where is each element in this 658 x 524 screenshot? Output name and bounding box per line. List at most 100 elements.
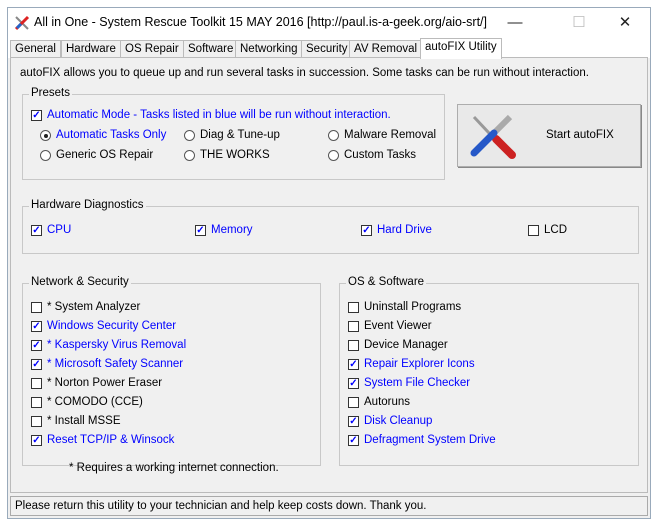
tab-general[interactable]: General: [10, 40, 61, 58]
network-item-checkbox[interactable]: * Install MSSE: [31, 415, 121, 427]
intro-text: autoFIX allows you to queue up and run s…: [20, 67, 589, 79]
os-item-checkbox[interactable]: Autoruns: [348, 396, 410, 408]
title-bar: All in One - System Rescue Toolkit 15 MA…: [8, 8, 650, 38]
tab-hardware[interactable]: Hardware: [61, 40, 121, 58]
preset-custom-tasks[interactable]: Custom Tasks: [328, 149, 416, 161]
checkbox-label: Hard Drive: [377, 224, 432, 236]
checkbox-box: [31, 377, 42, 389]
radio-label: Generic OS Repair: [56, 149, 154, 161]
checkbox-label: * Install MSSE: [47, 415, 121, 427]
hw-memory-checkbox[interactable]: ✓ Memory: [195, 224, 253, 236]
preset-diag-tune-up[interactable]: Diag & Tune-up: [184, 129, 280, 141]
preset-generic-os-repair[interactable]: Generic OS Repair: [40, 149, 153, 161]
minimize-button[interactable]: —: [492, 8, 538, 38]
close-button[interactable]: ✕: [602, 8, 648, 38]
checkbox-box: [348, 320, 359, 332]
network-security-group: Network & Security * System Analyzer ✓ Win…: [22, 276, 321, 466]
network-security-label: Network & Security: [29, 276, 131, 288]
os-software-group: OS & Software Uninstall Programs Event Vi…: [339, 276, 639, 466]
checkbox-label: * System Analyzer: [47, 301, 141, 313]
checkbox-box: ✓: [348, 415, 359, 427]
radio-label: Malware Removal: [344, 129, 437, 141]
tab-os-repair[interactable]: OS Repair: [120, 40, 184, 58]
network-item-checkbox[interactable]: * System Analyzer: [31, 301, 140, 313]
network-item-checkbox[interactable]: ✓ Reset TCP/IP & Winsock: [31, 434, 174, 446]
tab-security[interactable]: Security: [301, 40, 353, 58]
start-autofix-label: Start autoFIX: [546, 129, 614, 141]
os-item-checkbox[interactable]: Device Manager: [348, 339, 448, 351]
presets-group: Presets ✓ Automatic Mode - Tasks listed i…: [22, 87, 445, 180]
checkbox-label: Event Viewer: [364, 320, 432, 332]
checkbox-label: * COMODO (CCE): [47, 396, 143, 408]
autofix-panel: autoFIX allows you to queue up and run s…: [10, 57, 648, 493]
app-tools-icon: [14, 15, 30, 34]
checkbox-label: Device Manager: [364, 339, 448, 351]
checkbox-label: * Microsoft Safety Scanner: [47, 358, 184, 370]
checkbox-box: ✓: [31, 434, 42, 446]
internet-footnote: * Requires a working internet connection…: [69, 462, 279, 474]
os-item-checkbox[interactable]: ✓ Defragment System Drive: [348, 434, 496, 446]
checkbox-box: ✓: [348, 377, 359, 389]
app-window: All in One - System Rescue Toolkit 15 MA…: [7, 7, 651, 519]
checkbox-label: * Norton Power Eraser: [47, 377, 163, 389]
os-item-checkbox[interactable]: Uninstall Programs: [348, 301, 461, 313]
preset-the-works[interactable]: THE WORKS: [184, 149, 270, 161]
checkbox-label: Windows Security Center: [47, 320, 177, 332]
hardware-diagnostics-label: Hardware Diagnostics: [29, 199, 146, 211]
checkbox-label: Autoruns: [364, 396, 411, 408]
checkbox-box: ✓: [31, 320, 42, 332]
checkbox-box: [31, 415, 42, 427]
status-bar: Please return this utility to your techn…: [10, 496, 648, 516]
radio-label: Automatic Tasks Only: [56, 129, 167, 141]
tab-autofix-utility[interactable]: autoFIX Utility: [420, 38, 502, 59]
automatic-mode-label: Automatic Mode - Tasks listed in blue wi…: [47, 109, 391, 121]
checkbox-label: Reset TCP/IP & Winsock: [47, 434, 175, 446]
window-title: All in One - System Rescue Toolkit 15 MA…: [34, 15, 487, 29]
checkbox-label: Repair Explorer Icons: [364, 358, 475, 370]
os-software-label: OS & Software: [346, 276, 427, 288]
checkbox-label: * Kaspersky Virus Removal: [47, 339, 187, 351]
checkbox-label: System File Checker: [364, 377, 471, 389]
checkbox-box: [31, 301, 42, 313]
os-item-checkbox[interactable]: ✓ Repair Explorer Icons: [348, 358, 475, 370]
checkbox-box: [348, 396, 359, 408]
checkbox-box: ✓: [31, 358, 42, 370]
checkbox-label: Uninstall Programs: [364, 301, 462, 313]
tab-bar: General Hardware OS Repair Software Netw…: [8, 38, 650, 59]
checkbox-box: [348, 339, 359, 351]
network-item-checkbox[interactable]: ✓ * Microsoft Safety Scanner: [31, 358, 183, 370]
presets-label: Presets: [29, 87, 72, 99]
checkbox-box: [31, 396, 42, 408]
network-item-checkbox[interactable]: * Norton Power Eraser: [31, 377, 162, 389]
hw-hard-drive-checkbox[interactable]: ✓ Hard Drive: [361, 224, 432, 236]
tab-networking[interactable]: Networking: [235, 40, 303, 58]
radio-label: THE WORKS: [200, 149, 270, 161]
os-item-checkbox[interactable]: ✓ System File Checker: [348, 377, 470, 389]
checkbox-label: Defragment System Drive: [364, 434, 496, 446]
tab-software[interactable]: Software: [183, 40, 239, 58]
checkbox-box: ✓: [31, 339, 42, 351]
hardware-diagnostics-group: Hardware Diagnostics ✓ CPU ✓ Memory ✓ Hard …: [22, 199, 639, 254]
checkbox-box: [348, 301, 359, 313]
automatic-mode-checkbox[interactable]: ✓ Automatic Mode - Tasks listed in blue w…: [31, 109, 391, 121]
hw-lcd-checkbox[interactable]: LCD: [528, 224, 567, 236]
checkbox-label: Memory: [211, 224, 253, 236]
start-autofix-button[interactable]: Start autoFIX: [457, 104, 641, 167]
preset-automatic-tasks-only[interactable]: Automatic Tasks Only: [40, 129, 166, 141]
checkbox-label: Disk Cleanup: [364, 415, 433, 427]
network-item-checkbox[interactable]: ✓ Windows Security Center: [31, 320, 176, 332]
os-item-checkbox[interactable]: Event Viewer: [348, 320, 432, 332]
radio-label: Diag & Tune-up: [200, 129, 280, 141]
network-item-checkbox[interactable]: * COMODO (CCE): [31, 396, 143, 408]
radio-label: Custom Tasks: [344, 149, 417, 161]
os-item-checkbox[interactable]: ✓ Disk Cleanup: [348, 415, 432, 427]
checkbox-box: ✓: [348, 358, 359, 370]
tools-icon: [466, 111, 520, 164]
preset-malware-removal[interactable]: Malware Removal: [328, 129, 436, 141]
checkbox-label: CPU: [47, 224, 72, 236]
checkbox-box: ✓: [348, 434, 359, 446]
hw-cpu-checkbox[interactable]: ✓ CPU: [31, 224, 71, 236]
tab-av-removal[interactable]: AV Removal: [349, 40, 423, 58]
network-item-checkbox[interactable]: ✓ * Kaspersky Virus Removal: [31, 339, 186, 351]
maximize-button[interactable]: ☐: [556, 8, 602, 38]
